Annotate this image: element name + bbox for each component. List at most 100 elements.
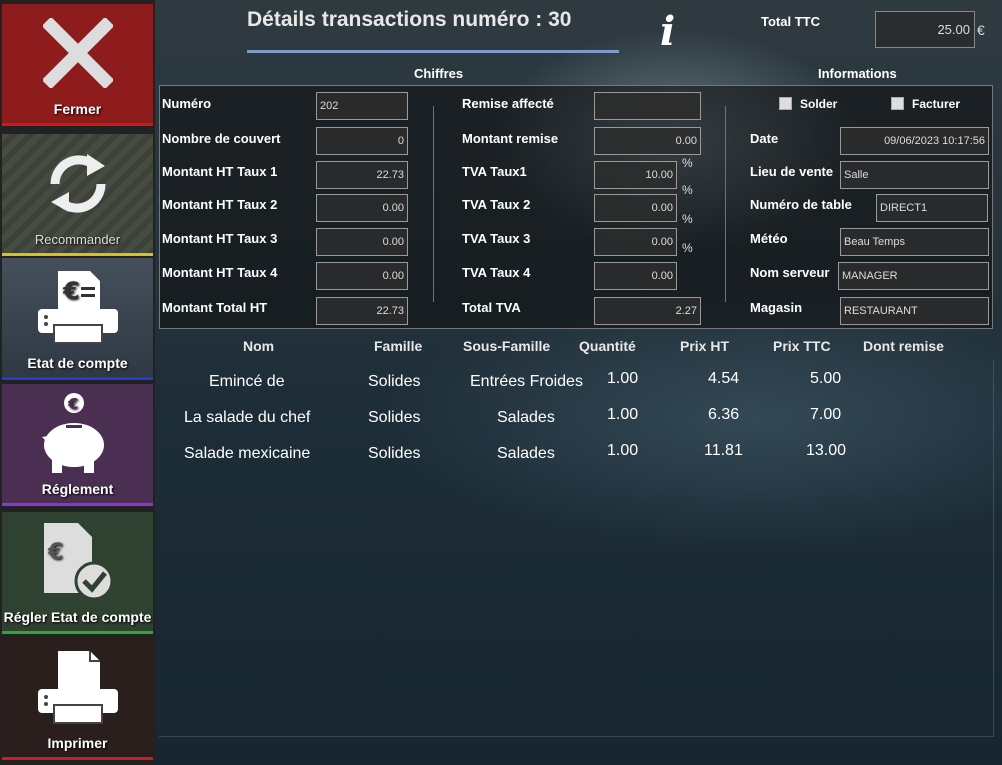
- account-statement-label: Etat de compte: [27, 355, 128, 371]
- print-button[interactable]: Imprimer: [2, 638, 153, 760]
- tva-taux2-field[interactable]: 0.00: [594, 194, 677, 222]
- table-cell-nom[interactable]: La salade du chef: [184, 409, 310, 427]
- couvert-field[interactable]: 0: [316, 127, 408, 155]
- details-panel: [159, 85, 993, 329]
- meteo-label: Météo: [750, 231, 788, 246]
- column-separator: [433, 106, 434, 302]
- total-ht-label: Montant Total HT: [162, 300, 268, 315]
- percent-sign: %: [682, 183, 693, 197]
- settle-statement-label: Régler Etat de compte: [3, 609, 152, 625]
- table-number-field[interactable]: DIRECT1: [876, 194, 988, 222]
- percent-sign: %: [682, 241, 693, 255]
- table-cell-prix-ht[interactable]: 6.36: [708, 406, 739, 424]
- tva-taux4-field[interactable]: 0.00: [594, 262, 677, 290]
- table-cell-nom[interactable]: Salade mexicaine: [184, 445, 310, 463]
- table-cell-nom[interactable]: Emincé de: [209, 373, 285, 391]
- payment-label: Réglement: [41, 481, 114, 497]
- magasin-field[interactable]: RESTAURANT: [840, 297, 989, 325]
- tva-taux2-label: TVA Taux 2: [462, 197, 531, 212]
- account-statement-button[interactable]: € Etat de compte: [2, 258, 153, 380]
- percent-sign: %: [682, 212, 693, 226]
- svg-text:€: €: [47, 540, 63, 565]
- settle-statement-button[interactable]: € Régler Etat de compte: [2, 512, 153, 634]
- refresh-icon: [2, 134, 153, 232]
- tva-taux3-field[interactable]: 0.00: [594, 228, 677, 256]
- table-cell-quantite[interactable]: 1.00: [607, 406, 638, 424]
- svg-text:€: €: [67, 395, 78, 413]
- tva-taux1-field[interactable]: 10.00: [594, 161, 677, 189]
- total-ttc-label: Total TTC: [761, 14, 820, 29]
- magasin-label: Magasin: [750, 300, 803, 315]
- title-underline: [247, 50, 619, 53]
- ht3-label: Montant HT Taux 3: [162, 231, 278, 246]
- close-button[interactable]: Fermer: [2, 4, 153, 126]
- facturer-label: Facturer: [912, 97, 961, 111]
- printer-euro-icon: €: [2, 258, 153, 355]
- total-ht-field[interactable]: 22.73: [316, 297, 408, 325]
- lieu-field[interactable]: Salle: [840, 161, 989, 189]
- solder-checkbox[interactable]: [779, 97, 792, 110]
- total-tva-field[interactable]: 2.27: [594, 297, 701, 325]
- remise-affecte-field[interactable]: [594, 92, 701, 120]
- column-header-prix-ttc: Prix TTC: [773, 338, 831, 354]
- piggy-bank-icon: €: [2, 384, 153, 481]
- reorder-label: Recommander: [34, 232, 121, 247]
- column-header-sous-famille: Sous-Famille: [463, 338, 551, 354]
- montant-remise-label: Montant remise: [462, 131, 559, 146]
- table-cell-sous-famille[interactable]: Salades: [497, 445, 555, 463]
- table-cell-prix-ht[interactable]: 11.81: [704, 442, 743, 460]
- tva-taux4-label: TVA Taux 4: [462, 265, 531, 280]
- ht4-field[interactable]: 0.00: [316, 262, 408, 290]
- table-cell-famille[interactable]: Solides: [368, 445, 420, 463]
- date-field[interactable]: 09/06/2023 10:17:56: [840, 127, 989, 155]
- ht2-field[interactable]: 0.00: [316, 194, 408, 222]
- couvert-label: Nombre de couvert: [162, 131, 281, 146]
- column-header-quantite: Quantité: [579, 338, 636, 354]
- serveur-field[interactable]: MANAGER: [838, 262, 989, 290]
- total-ttc-field: 25.00: [875, 11, 975, 48]
- ht1-field[interactable]: 22.73: [316, 161, 408, 189]
- printer-icon: [2, 638, 153, 735]
- column-header-prix-ht: Prix HT: [680, 338, 730, 354]
- table-cell-famille[interactable]: Solides: [368, 409, 420, 427]
- info-icon[interactable]: i: [660, 8, 675, 55]
- facturer-checkbox[interactable]: [891, 97, 904, 110]
- meteo-field[interactable]: Beau Temps: [840, 228, 989, 256]
- numero-field[interactable]: 202: [316, 92, 408, 120]
- column-separator: [725, 106, 726, 302]
- sidebar: Fermer Recommander € Etat de compte € Ré…: [0, 0, 155, 765]
- total-tva-label: Total TVA: [462, 300, 521, 315]
- table-cell-prix-ht[interactable]: 4.54: [708, 370, 739, 388]
- reorder-button[interactable]: Recommander: [2, 134, 153, 256]
- table-cell-quantite[interactable]: 1.00: [607, 370, 638, 388]
- serveur-label: Nom serveur: [750, 265, 830, 280]
- column-header-famille: Famille: [374, 338, 423, 354]
- close-label: Fermer: [53, 101, 102, 117]
- payment-button[interactable]: € Réglement: [2, 384, 153, 506]
- lieu-label: Lieu de vente: [750, 164, 834, 179]
- ht4-label: Montant HT Taux 4: [162, 265, 278, 280]
- montant-remise-field[interactable]: 0.00: [594, 127, 701, 155]
- page-title: Détails transactions numéro : 30: [247, 8, 572, 31]
- table-number-label: Numéro de table: [750, 197, 852, 212]
- svg-text:€: €: [62, 277, 80, 305]
- table-cell-sous-famille[interactable]: Salades: [497, 409, 555, 427]
- close-icon: [2, 4, 153, 101]
- section-chiffres: Chiffres: [414, 66, 464, 81]
- currency-symbol: €: [977, 22, 985, 38]
- column-header-dont-remise: Dont remise: [863, 338, 944, 354]
- table-cell-prix-ttc[interactable]: 13.00: [806, 442, 846, 460]
- table-cell-famille[interactable]: Solides: [368, 373, 420, 391]
- table-cell-quantite[interactable]: 1.00: [607, 442, 638, 460]
- solder-label: Solder: [800, 97, 838, 111]
- remise-affecte-label: Remise affecté: [462, 96, 554, 111]
- percent-sign: %: [682, 156, 693, 170]
- table-cell-sous-famille[interactable]: Entrées Froides: [470, 373, 583, 391]
- table-cell-prix-ttc[interactable]: 5.00: [810, 370, 841, 388]
- numero-label: Numéro: [162, 96, 212, 111]
- ht2-label: Montant HT Taux 2: [162, 197, 278, 212]
- ht3-field[interactable]: 0.00: [316, 228, 408, 256]
- table-cell-prix-ttc[interactable]: 7.00: [810, 406, 841, 424]
- column-header-nom: Nom: [243, 338, 275, 354]
- ht1-label: Montant HT Taux 1: [162, 164, 278, 179]
